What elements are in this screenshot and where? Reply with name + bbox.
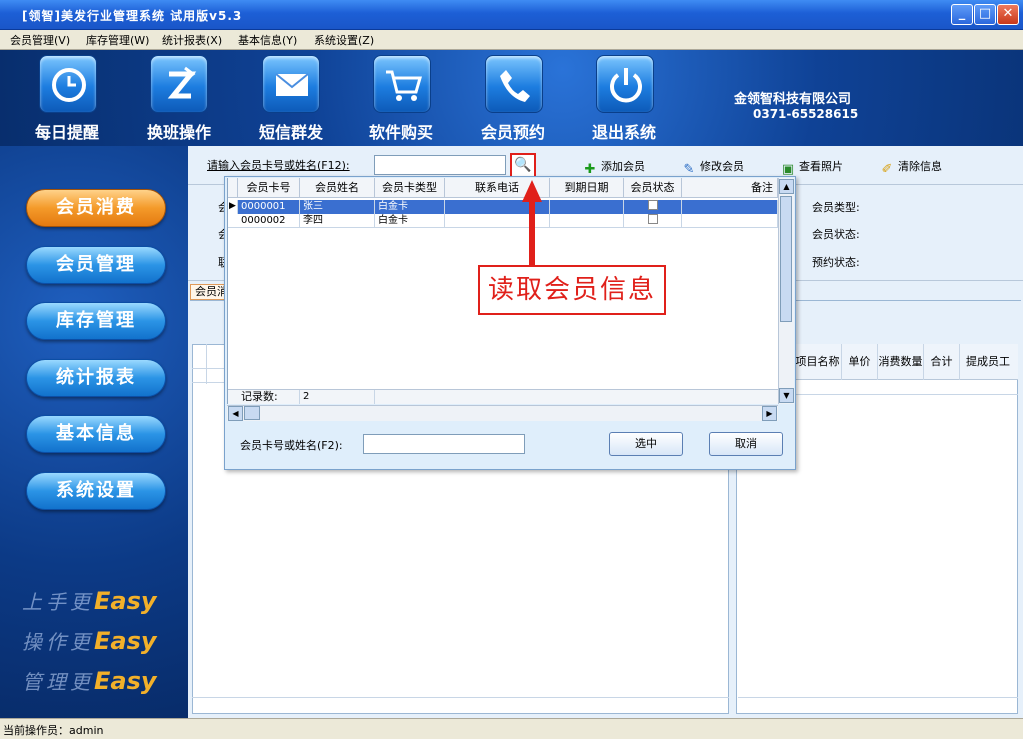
- cell-expire: [550, 200, 624, 214]
- horizontal-scrollbar[interactable]: [227, 405, 778, 421]
- sidebar-item-member-manage[interactable]: 会员管理: [26, 246, 166, 284]
- search-label: 请输入会员卡号或姓名(F12):: [207, 159, 350, 172]
- sidebar-item-inventory[interactable]: 库存管理: [26, 302, 166, 340]
- member-status-label: 会员状态:: [812, 228, 860, 241]
- row-pointer-icon: ▶: [228, 200, 238, 214]
- photo-icon: ▣: [781, 162, 795, 177]
- slogan-2: 操作更Easy: [22, 627, 157, 655]
- search-icon[interactable]: 🔍: [510, 153, 536, 178]
- cell-status: [624, 200, 682, 214]
- left-table-footer-line: [192, 697, 729, 698]
- add-member-button[interactable]: ✚ 添加会员: [582, 158, 645, 177]
- cell-note: [682, 200, 778, 214]
- cell-type: 白金卡: [375, 200, 445, 214]
- menu-inventory[interactable]: 库存管理(W): [86, 32, 149, 48]
- cell-type: 白金卡: [375, 214, 445, 228]
- cell-card: 0000002: [238, 214, 300, 228]
- grid-row-header: [228, 178, 238, 198]
- status-checkbox[interactable]: [647, 200, 658, 210]
- cell-card: 0000001: [238, 200, 300, 214]
- clock-icon[interactable]: [39, 55, 97, 113]
- select-button[interactable]: 选中: [609, 432, 683, 456]
- status-checkbox[interactable]: [647, 214, 658, 224]
- col-quantity: 消费数量: [878, 344, 924, 380]
- cell-name: 李四: [300, 214, 375, 228]
- cancel-button[interactable]: 取消: [709, 432, 783, 456]
- window-title: [领智]美发行业管理系统 试用版v5.3: [22, 9, 243, 23]
- edit-member-button[interactable]: ✎ 修改会员: [681, 158, 744, 177]
- company-name: 金领智科技有限公司: [734, 92, 852, 107]
- record-count-label: 记录数:: [238, 390, 300, 404]
- plus-icon: ✚: [584, 162, 596, 177]
- phone-icon[interactable]: [485, 55, 543, 113]
- cell-expire: [550, 214, 624, 228]
- sidebar-item-reports[interactable]: 统计报表: [26, 359, 166, 397]
- toolbar-sms[interactable]: 短信群发: [246, 119, 336, 143]
- minimize-button[interactable]: _: [951, 4, 973, 25]
- annotation-callout: 读取会员信息: [478, 265, 666, 315]
- slogan-1: 上手更Easy: [22, 587, 157, 615]
- toolbar-exit[interactable]: 退出系统: [579, 119, 669, 143]
- horizontal-scroll-thumb[interactable]: [244, 406, 260, 420]
- scroll-left-icon[interactable]: ◀: [228, 406, 243, 421]
- popup-filter-input[interactable]: [363, 434, 525, 454]
- search-input[interactable]: [374, 155, 506, 175]
- col-unit-price: 单价: [842, 344, 878, 380]
- edit-icon: ✎: [683, 162, 695, 177]
- close-button[interactable]: ✕: [997, 4, 1019, 25]
- scroll-right-icon[interactable]: ▶: [762, 406, 777, 421]
- company-phone: 0371-65528615: [753, 107, 859, 121]
- envelope-icon[interactable]: [262, 55, 320, 113]
- left-table-col-line: [206, 344, 207, 384]
- toolbar-buy[interactable]: 软件购买: [356, 119, 446, 143]
- reservation-status-label: 预约状态:: [812, 256, 860, 269]
- menu-basic-info[interactable]: 基本信息(Y): [238, 32, 297, 48]
- grid-col-status[interactable]: 会员状态: [624, 178, 682, 198]
- menu-settings[interactable]: 系统设置(Z): [314, 32, 374, 48]
- record-count: 2: [300, 390, 375, 404]
- cell-name: 张三: [300, 200, 375, 214]
- broom-icon: ✐: [881, 162, 893, 177]
- current-operator: 当前操作员：admin: [3, 724, 104, 737]
- toolbar-reservation[interactable]: 会员预约: [468, 119, 558, 143]
- sidebar-item-settings[interactable]: 系统设置: [26, 472, 166, 510]
- member-type-label: 会员类型:: [812, 201, 860, 214]
- col-staff: 提成员工: [966, 355, 1010, 368]
- clear-info-button[interactable]: ✐ 清除信息: [879, 158, 942, 177]
- cell-status: [624, 214, 682, 228]
- sidebar-item-basic-info[interactable]: 基本信息: [26, 415, 166, 453]
- col-total: 合计: [924, 344, 960, 380]
- grid-col-card[interactable]: 会员卡号: [238, 178, 300, 198]
- right-table-footer-line: [738, 697, 1018, 698]
- tab-member-consume[interactable]: 会员消: [190, 284, 226, 300]
- menu-member[interactable]: 会员管理(V): [10, 32, 70, 48]
- cell-note: [682, 214, 778, 228]
- shift-icon[interactable]: [150, 55, 208, 113]
- col-item-name: 项目名称: [794, 344, 842, 380]
- grid-col-note[interactable]: 备注: [682, 178, 778, 198]
- toolbar-shift[interactable]: 换班操作: [134, 119, 224, 143]
- power-icon[interactable]: [596, 55, 654, 113]
- cart-icon[interactable]: [373, 55, 431, 113]
- popup-filter-label: 会员卡号或姓名(F2):: [240, 439, 343, 452]
- scroll-down-icon[interactable]: ▼: [779, 388, 794, 403]
- toolbar-daily-reminder[interactable]: 每日提醒: [22, 119, 112, 143]
- grid-col-name[interactable]: 会员姓名: [300, 178, 375, 198]
- maximize-button[interactable]: □: [974, 4, 996, 25]
- sidebar-item-member-consume[interactable]: 会员消费: [26, 189, 166, 227]
- view-photo-button[interactable]: ▣ 查看照片: [780, 158, 843, 177]
- vertical-scroll-thumb[interactable]: [780, 196, 792, 322]
- annotation-arrow: [522, 180, 542, 266]
- grid-col-type[interactable]: 会员卡类型: [375, 178, 445, 198]
- status-bar: [0, 718, 1023, 739]
- grid-col-expire[interactable]: 到期日期: [550, 178, 624, 198]
- slogan-3: 管理更Easy: [22, 667, 157, 695]
- menu-bar: [0, 30, 1023, 50]
- menu-reports[interactable]: 统计报表(X): [162, 32, 222, 48]
- scroll-up-icon[interactable]: ▲: [779, 179, 794, 194]
